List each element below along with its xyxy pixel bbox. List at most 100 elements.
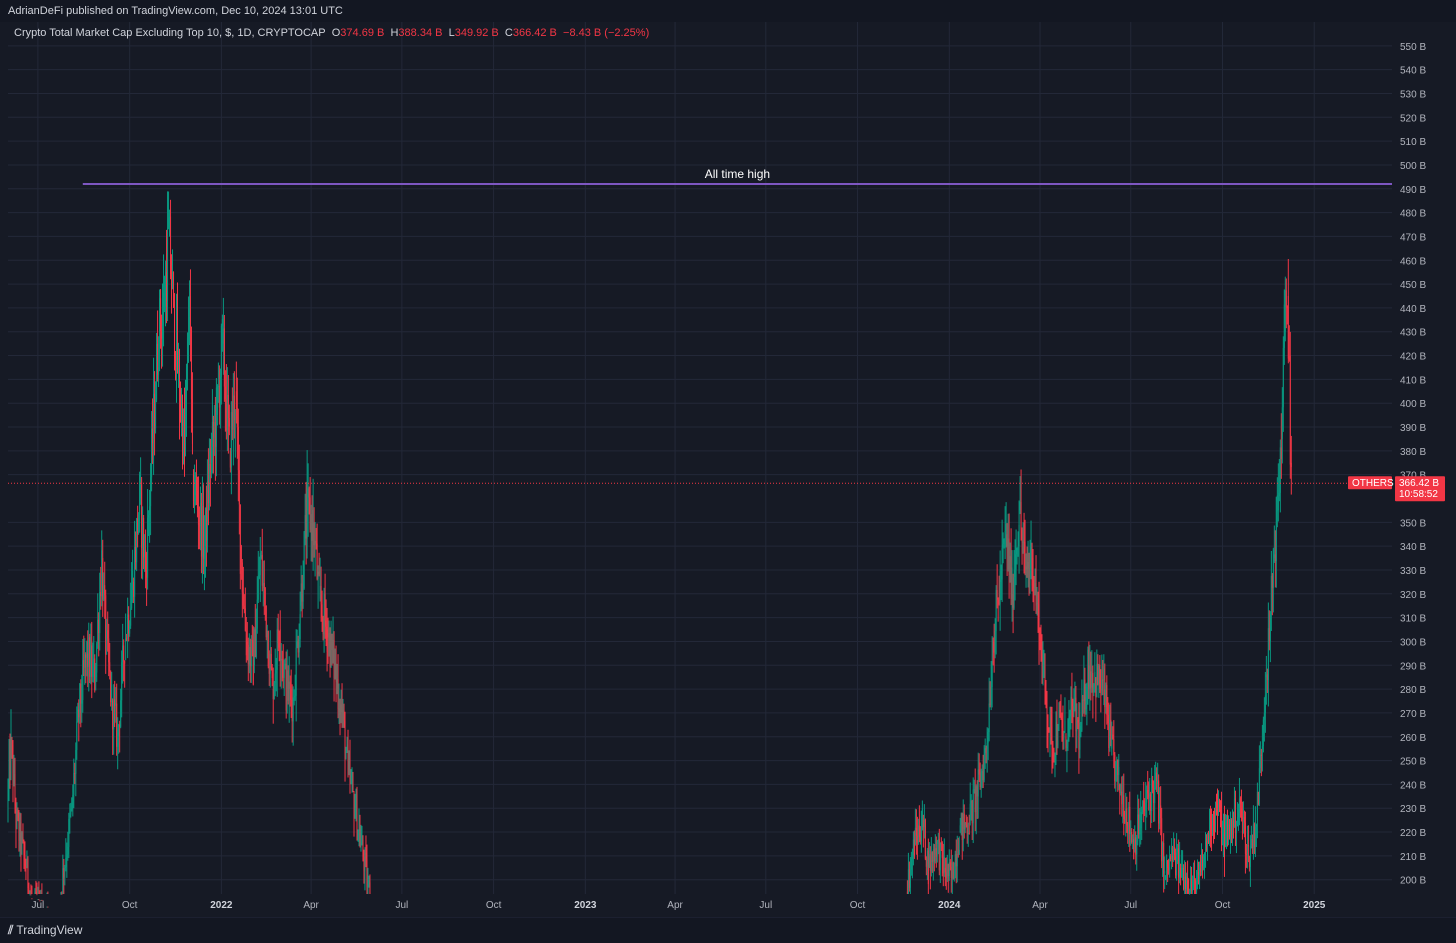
candle-body — [363, 856, 365, 872]
candle-body — [1055, 721, 1057, 756]
candle-body — [1072, 706, 1074, 730]
ath-annotation[interactable]: All time high — [82, 167, 1392, 186]
candle-body — [171, 274, 173, 290]
candle-body — [1141, 812, 1143, 821]
candle-body — [355, 798, 357, 813]
candle-body — [1053, 750, 1055, 757]
candle-body — [1087, 649, 1089, 687]
candle-body — [101, 550, 103, 597]
candle-body — [961, 813, 963, 841]
candle-body — [67, 846, 69, 855]
candle-body — [975, 786, 977, 813]
candle-body — [1209, 811, 1211, 843]
candle-body — [1288, 358, 1290, 360]
legend-high-value: 388.34 B — [398, 27, 443, 39]
candle-body — [131, 590, 133, 609]
candle-body — [23, 841, 25, 856]
candle-body — [228, 417, 230, 427]
candle-body — [342, 710, 344, 713]
x-tick-label: Oct — [486, 900, 502, 911]
chart-area[interactable]: All time high 200 B 210 B 220 B 230 B 240 B2… — [0, 22, 1456, 917]
candle-body — [984, 748, 986, 756]
x-tick-label: 2024 — [938, 900, 961, 911]
candle-body — [1036, 602, 1038, 606]
candle-body — [1112, 734, 1114, 739]
candle-body — [146, 569, 148, 578]
candle-body — [1267, 628, 1269, 681]
candle-body — [12, 744, 14, 784]
candle-body — [918, 825, 920, 838]
candle-body — [1054, 755, 1056, 757]
tradingview-logo[interactable]: ⫽ TradingView — [8, 923, 82, 938]
candle-body — [1175, 855, 1177, 876]
candle-body — [1233, 798, 1235, 828]
candle-body — [26, 858, 28, 868]
candle-body — [1150, 794, 1152, 812]
candle-body — [177, 317, 179, 371]
candle-body — [318, 571, 320, 575]
candle-body — [1143, 800, 1145, 810]
candle-body — [163, 293, 165, 315]
candle-body — [1281, 407, 1283, 439]
candle-body — [206, 481, 208, 541]
candle-body — [1068, 716, 1070, 720]
candle-body — [935, 848, 937, 857]
candle-body — [1118, 766, 1120, 776]
candle-body — [266, 630, 268, 638]
y-tick-label: 260 B — [1400, 733, 1426, 744]
candle-body — [95, 672, 97, 678]
candle-body — [94, 658, 96, 691]
legend-title: Crypto Total Market Cap Excluding Top 10… — [14, 27, 326, 39]
candle-body — [1010, 556, 1012, 600]
candle-body — [213, 422, 215, 438]
candle-body — [276, 629, 278, 670]
candle-body — [906, 891, 908, 894]
candle-body — [1139, 828, 1141, 835]
candle-body — [113, 699, 115, 730]
candle-body — [150, 477, 152, 507]
candle-body — [1146, 789, 1148, 803]
price-chart[interactable]: All time high 200 B210 B220 B230 B240 B2… — [0, 22, 1456, 917]
last-price-tag: OTHERS 366.42 B 10:58:52 — [1348, 476, 1445, 502]
candle-body — [93, 658, 95, 662]
time-axis[interactable]: Jul Oct 2022 Apr Jul Oct 2023 Apr Jul Oct 2024 Apr J… — [32, 900, 1326, 911]
candle-body — [225, 399, 227, 431]
candle-body — [139, 474, 141, 515]
candle-body — [981, 771, 983, 773]
candle-body — [1256, 791, 1258, 821]
candle-body — [69, 814, 71, 819]
candle-body — [1025, 566, 1027, 570]
candle-body — [80, 683, 82, 704]
candle-body — [20, 822, 22, 854]
candle-body — [301, 583, 303, 602]
candle-body — [15, 805, 17, 829]
candle-body — [19, 822, 21, 842]
candle-body — [92, 661, 94, 677]
candle-body — [116, 703, 118, 747]
candle-body — [1103, 668, 1105, 681]
candle-body — [1157, 780, 1159, 785]
candle-body — [302, 588, 304, 602]
candle-body — [73, 773, 75, 795]
candle-body — [308, 488, 310, 498]
candle-body — [299, 614, 301, 640]
candle-body — [1061, 719, 1063, 729]
candle-body — [949, 862, 951, 867]
candle-body — [314, 541, 316, 546]
candle-body — [258, 575, 260, 579]
candle-body — [1113, 738, 1115, 755]
candle-body — [1051, 724, 1053, 764]
candle-body — [1049, 714, 1051, 733]
candle-body — [908, 869, 910, 888]
candle-body — [8, 754, 10, 786]
candle-body — [1257, 791, 1259, 805]
price-axis[interactable]: 200 B 210 B 220 B 230 B 240 B 250 B 260 B 270 B… — [1400, 42, 1426, 887]
candle-body — [1198, 871, 1200, 876]
candle-body — [70, 808, 72, 815]
candle-body — [11, 741, 13, 745]
candle-body — [367, 884, 369, 887]
candle-body — [1147, 789, 1149, 794]
candle-body — [1151, 779, 1153, 812]
candle-body — [27, 858, 29, 888]
candle-body — [1177, 848, 1179, 853]
